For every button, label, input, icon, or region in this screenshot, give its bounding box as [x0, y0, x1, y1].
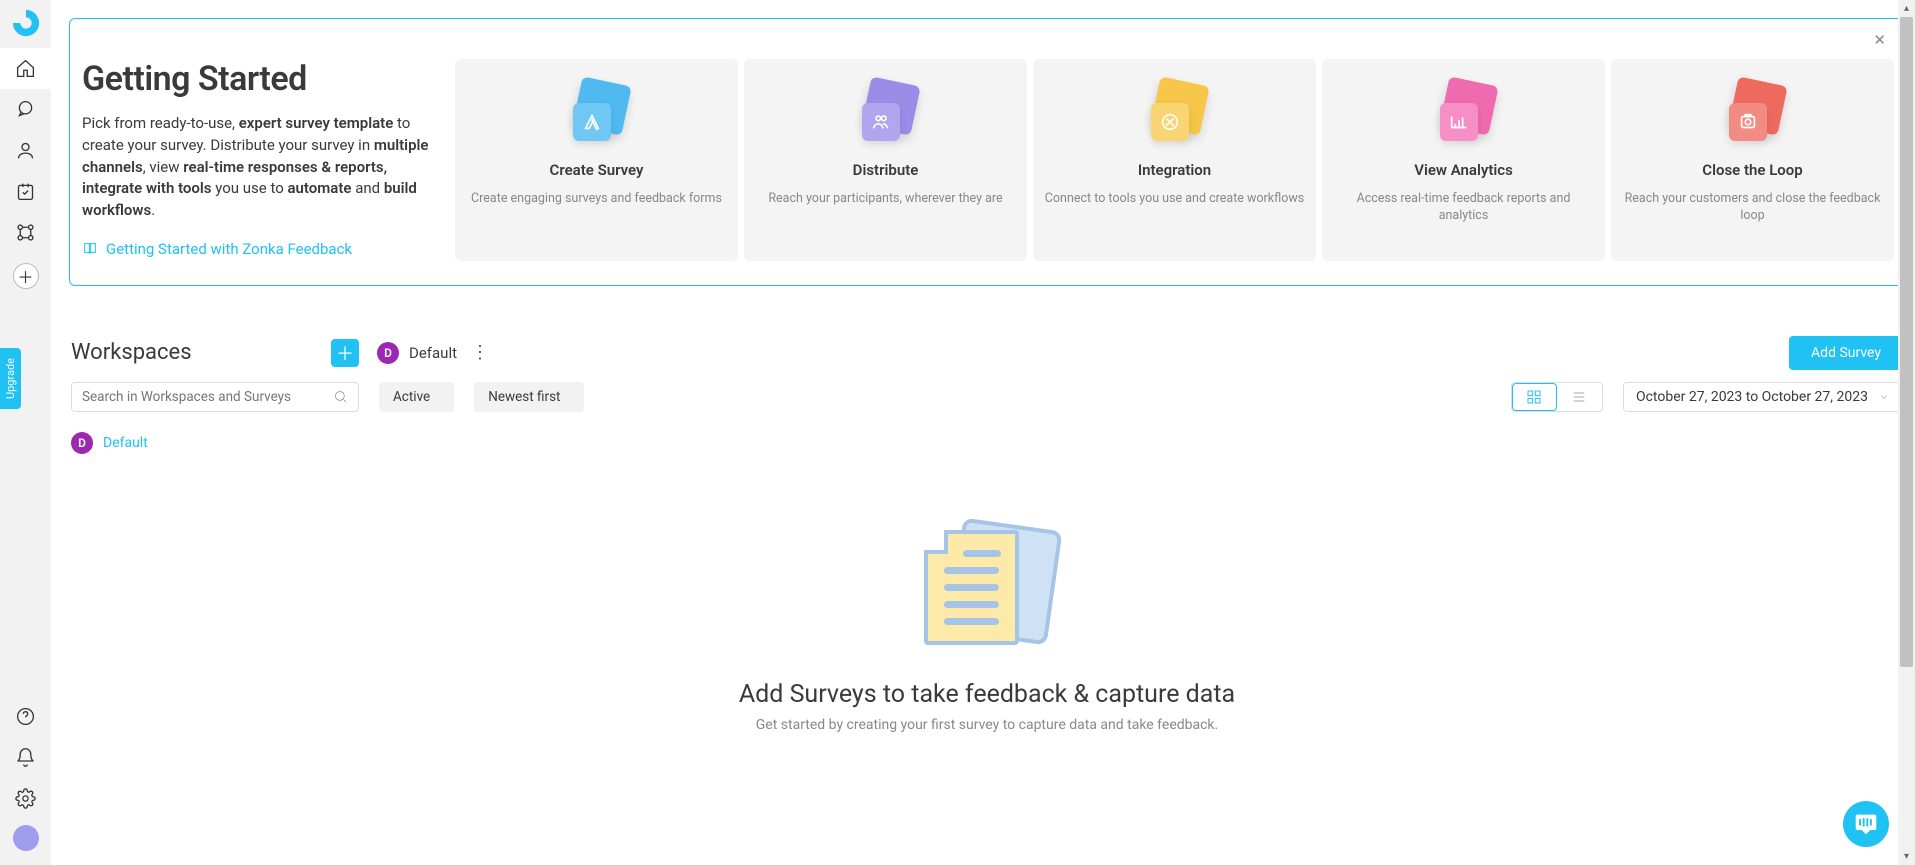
add-survey-button[interactable]: Add Survey	[1789, 336, 1903, 370]
empty-subtitle: Get started by creating your first surve…	[71, 717, 1903, 733]
workspace-menu-icon[interactable]: ⋮	[467, 342, 493, 363]
nav-tasks[interactable]	[0, 171, 51, 212]
app-logo	[11, 8, 41, 38]
filter-sort[interactable]: Newest first	[474, 382, 584, 412]
workspace-item[interactable]: D Default	[71, 432, 148, 454]
card-icon	[1434, 81, 1494, 141]
browser-scrollbar[interactable]: ▴ ▾	[1898, 0, 1915, 865]
card-title: Distribute	[754, 161, 1017, 179]
intercom-launcher[interactable]	[1843, 801, 1889, 847]
book-icon	[82, 241, 98, 257]
filter-status[interactable]: Active	[379, 382, 454, 412]
search-icon	[333, 389, 348, 404]
card-desc: Reach your participants, wherever they a…	[754, 191, 1017, 208]
workspace-name: Default	[409, 344, 457, 362]
chevron-down-icon	[1878, 391, 1890, 403]
card-desc: Create engaging surveys and feedback for…	[465, 191, 728, 208]
workspace-badge: D	[71, 432, 93, 454]
nav-contacts[interactable]	[0, 130, 51, 171]
getting-started-title: Getting Started	[82, 59, 433, 99]
chat-icon	[1854, 812, 1878, 836]
grid-icon	[1526, 389, 1542, 405]
card-icon	[856, 81, 916, 141]
workspaces-section: Workspaces ＋ D Default ⋮ Add Survey Acti…	[69, 336, 1905, 733]
list-icon	[1571, 389, 1587, 405]
card-desc: Connect to tools you use and create work…	[1043, 191, 1306, 208]
card-title: Close the Loop	[1621, 161, 1884, 179]
gs-card-view-analytics[interactable]: View Analytics Access real-time feedback…	[1322, 59, 1605, 261]
nav-help[interactable]	[0, 696, 51, 737]
current-workspace[interactable]: D Default ⋮	[377, 342, 493, 364]
nav-settings[interactable]	[0, 778, 51, 819]
nav-notifications[interactable]	[0, 737, 51, 778]
workspace-badge: D	[377, 342, 399, 364]
user-avatar[interactable]	[13, 825, 39, 851]
upgrade-tab[interactable]: Upgrade	[0, 348, 21, 409]
search-input[interactable]	[82, 389, 333, 405]
sidebar-add-button[interactable]: ＋	[13, 263, 39, 289]
workspace-item-name: Default	[103, 435, 148, 451]
empty-state: Add Surveys to take feedback & capture d…	[71, 516, 1903, 733]
gs-card-close-the-loop[interactable]: Close the Loop Reach your customers and …	[1611, 59, 1894, 261]
date-range-picker[interactable]: October 27, 2023 to October 27, 2023	[1623, 382, 1903, 412]
nav-conversations[interactable]	[0, 89, 51, 130]
view-toggle	[1511, 382, 1603, 412]
list-view-button[interactable]	[1557, 383, 1602, 411]
empty-illustration	[920, 516, 1055, 656]
close-icon[interactable]: ✕	[1873, 31, 1886, 49]
gs-card-integration[interactable]: Integration Connect to tools you use and…	[1033, 59, 1316, 261]
nav-home[interactable]	[0, 48, 51, 89]
card-icon	[1145, 81, 1205, 141]
card-title: Integration	[1043, 161, 1306, 179]
card-desc: Access real-time feedback reports and an…	[1332, 191, 1595, 225]
gs-card-create-survey[interactable]: Create Survey Create engaging surveys an…	[455, 59, 738, 261]
card-title: Create Survey	[465, 161, 728, 179]
getting-started-description: Pick from ready-to-use, expert survey te…	[82, 113, 433, 222]
grid-view-button[interactable]	[1512, 383, 1557, 411]
sidebar: ＋	[0, 0, 51, 865]
gs-card-distribute[interactable]: Distribute Reach your participants, wher…	[744, 59, 1027, 261]
card-desc: Reach your customers and close the feedb…	[1621, 191, 1884, 225]
add-workspace-button[interactable]: ＋	[331, 339, 359, 367]
card-icon	[1723, 81, 1783, 141]
card-title: View Analytics	[1332, 161, 1595, 179]
getting-started-panel: ✕ Getting Started Pick from ready-to-use…	[69, 18, 1905, 286]
nav-workflows[interactable]	[0, 212, 51, 253]
card-icon	[567, 81, 627, 141]
workspaces-title: Workspaces	[71, 340, 192, 365]
main-content: ✕ Getting Started Pick from ready-to-use…	[51, 0, 1915, 865]
empty-title: Add Surveys to take feedback & capture d…	[71, 680, 1903, 709]
workspace-search[interactable]	[71, 382, 359, 412]
getting-started-link[interactable]: Getting Started with Zonka Feedback	[82, 240, 352, 258]
